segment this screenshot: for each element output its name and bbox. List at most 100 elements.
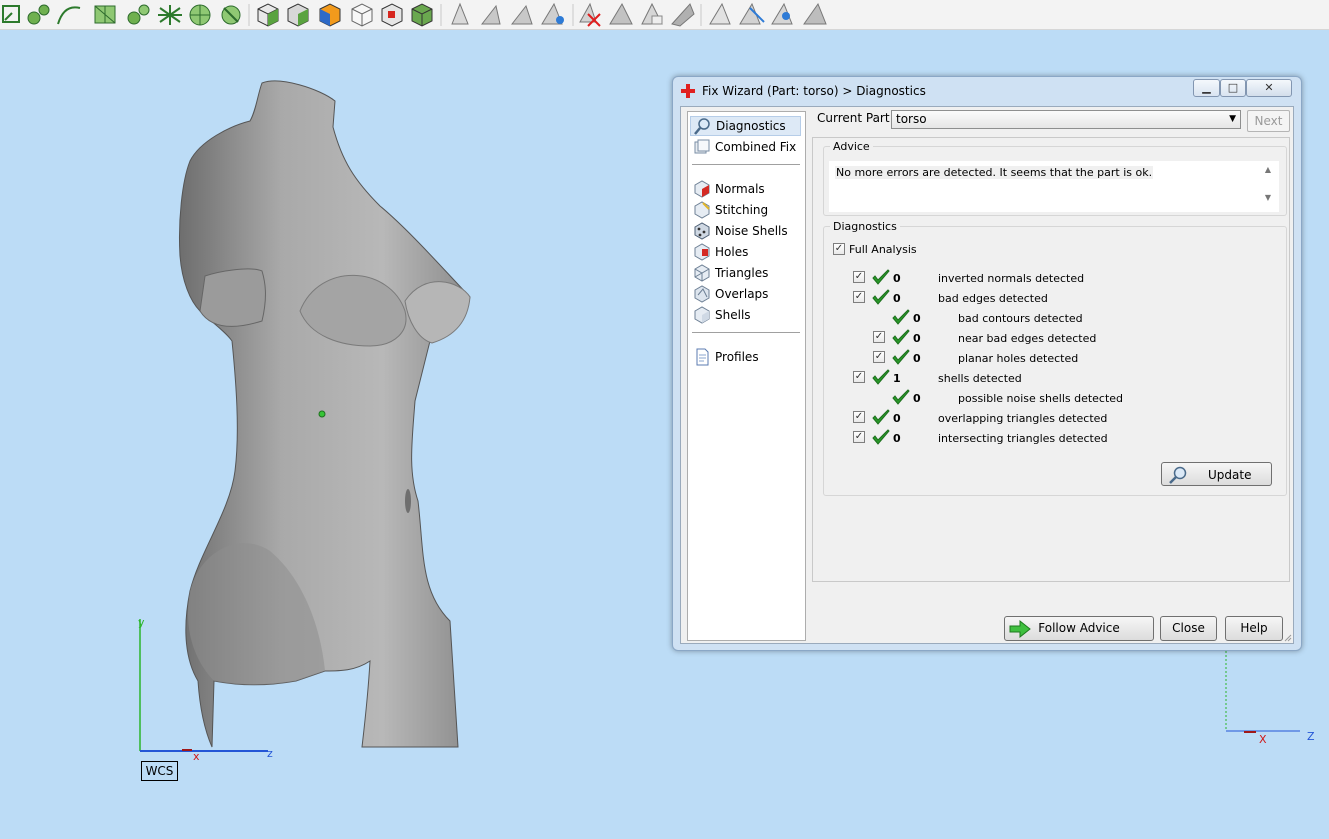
diagnostic-checkbox[interactable]: ✓	[853, 291, 865, 303]
nav-item-label: Triangles	[715, 266, 769, 280]
maximize-button[interactable]: □	[1220, 79, 1246, 97]
nav-item-holes[interactable]: Holes	[690, 242, 748, 262]
box-red-icon[interactable]	[381, 3, 403, 27]
stitching-icon	[694, 201, 710, 219]
cone-blue-icon[interactable]	[739, 2, 765, 25]
diagnostic-label: inverted normals detected	[938, 272, 1085, 285]
dialog-client: Diagnostics Combined Fix Normals Stitchi…	[680, 106, 1294, 644]
advice-scrollbar[interactable]: ▲ ▼	[1261, 163, 1275, 210]
current-part-select[interactable]: torso ▼	[891, 110, 1241, 129]
box-wire-icon[interactable]	[351, 3, 373, 27]
advice-box: No more errors are detected. It seems th…	[829, 161, 1279, 212]
nav-item-label: Combined Fix	[715, 140, 797, 154]
holes-icon	[694, 243, 710, 261]
grab-icon[interactable]	[27, 4, 50, 25]
profiles-icon	[696, 348, 709, 366]
dialog-titlebar[interactable]: Fix Wizard (Part: torso) > Diagnostics ▁…	[673, 77, 1301, 105]
x-axis-label-2: X	[1259, 733, 1267, 746]
toolbar	[0, 0, 1329, 30]
check-icon	[872, 369, 890, 385]
triangle-4-icon[interactable]	[609, 2, 633, 25]
update-button[interactable]: Update	[1161, 462, 1272, 486]
shell-select-icon[interactable]	[158, 5, 182, 25]
magnifier-icon	[1169, 466, 1187, 484]
center-point-marker[interactable]	[318, 410, 326, 418]
diagnostic-label: bad contours detected	[958, 312, 1083, 325]
surface-select-icon[interactable]	[127, 4, 150, 25]
close-button[interactable]: Close	[1160, 616, 1217, 641]
triangle-blue-icon[interactable]	[541, 2, 564, 25]
wheel-select-2-icon[interactable]	[221, 5, 241, 25]
triangle-2-icon[interactable]	[480, 4, 501, 25]
wheel-select-icon[interactable]	[189, 4, 211, 26]
nav-item-triangles[interactable]: Triangles	[690, 263, 768, 283]
nav-item-label: Shells	[715, 308, 751, 322]
nav-item-noise-shells[interactable]: Noise Shells	[690, 221, 788, 241]
triangle-delete-icon[interactable]	[579, 2, 601, 27]
box-green-icon[interactable]	[411, 3, 433, 27]
check-icon	[892, 389, 910, 405]
diagnostic-count: 0	[893, 412, 901, 425]
advice-text: No more errors are detected. It seems th…	[835, 166, 1154, 179]
help-button[interactable]: Help	[1225, 616, 1283, 641]
nav-item-shells[interactable]: Shells	[690, 305, 751, 325]
nav-item-label: Overlaps	[715, 287, 769, 301]
next-button[interactable]: Next	[1247, 110, 1290, 132]
triangle-3-icon[interactable]	[510, 4, 533, 25]
diagnostic-count: 0	[913, 332, 921, 345]
diagnostic-checkbox[interactable]: ✓	[873, 351, 885, 363]
check-icon	[872, 409, 890, 425]
normals-icon	[694, 180, 710, 198]
y-axis-label: y	[138, 616, 145, 629]
diagnostic-label: near bad edges detected	[958, 332, 1097, 345]
nav-item-diagnostics[interactable]: Diagnostics	[690, 116, 801, 136]
red-cross-icon	[681, 84, 695, 98]
nav-item-label: Profiles	[715, 350, 759, 364]
diagnostics-group: Diagnostics ✓ Full Analysis ✓ 0 inverted n…	[823, 220, 1287, 496]
nav-item-label: Diagnostics	[716, 119, 786, 133]
follow-advice-button[interactable]: Follow Advice	[1004, 616, 1154, 641]
advice-legend: Advice	[833, 140, 870, 153]
shells-icon	[694, 306, 710, 324]
curve-icon[interactable]	[57, 6, 81, 25]
current-part-value: torso	[896, 112, 927, 126]
diagnostics-legend: Diagnostics	[833, 220, 897, 233]
nav-item-stitching[interactable]: Stitching	[690, 200, 768, 220]
box-view-icon[interactable]	[257, 3, 279, 27]
cone-eye-icon[interactable]	[771, 2, 793, 25]
triangle-6-icon[interactable]	[671, 3, 695, 27]
diagnostic-checkbox[interactable]: ✓	[853, 371, 865, 383]
nav-separator	[692, 164, 800, 165]
diagnostic-label: planar holes detected	[958, 352, 1079, 365]
follow-advice-label: Follow Advice	[1038, 621, 1120, 635]
nav-item-combined-fix[interactable]: Combined Fix	[690, 137, 796, 157]
nav-separator	[692, 332, 800, 333]
diagnostic-checkbox[interactable]: ✓	[873, 331, 885, 343]
nav-item-normals[interactable]: Normals	[690, 179, 765, 199]
triangle-icon[interactable]	[451, 2, 469, 25]
triangles-icon	[694, 264, 710, 282]
z-axis-label-2: Z	[1307, 730, 1315, 743]
arm-stump	[199, 268, 266, 327]
box-shaded-icon[interactable]	[287, 3, 309, 27]
navel	[405, 489, 411, 513]
cone-grey-icon[interactable]	[803, 2, 827, 25]
minimize-button[interactable]: ▁	[1193, 79, 1220, 97]
check-icon	[892, 309, 910, 325]
resize-grip-icon[interactable]	[1282, 632, 1292, 642]
select-icon[interactable]	[2, 5, 20, 23]
close-window-button[interactable]: ✕	[1246, 79, 1292, 97]
triangle-5-icon[interactable]	[641, 2, 663, 25]
full-analysis-checkbox[interactable]: ✓	[833, 243, 845, 255]
nav-item-overlaps[interactable]: Overlaps	[690, 284, 768, 304]
diagnostic-checkbox[interactable]: ✓	[853, 411, 865, 423]
mesh-select-icon[interactable]	[94, 5, 116, 24]
diagnostic-checkbox[interactable]: ✓	[853, 431, 865, 443]
box-color-icon[interactable]	[319, 3, 341, 27]
diagnostic-checkbox[interactable]: ✓	[853, 271, 865, 283]
diagnostic-count: 0	[893, 292, 901, 305]
magnifier-icon	[694, 118, 710, 135]
nav-item-profiles[interactable]: Profiles	[690, 347, 759, 367]
toolbar-icons	[2, 2, 827, 27]
cone-icon[interactable]	[709, 2, 731, 25]
